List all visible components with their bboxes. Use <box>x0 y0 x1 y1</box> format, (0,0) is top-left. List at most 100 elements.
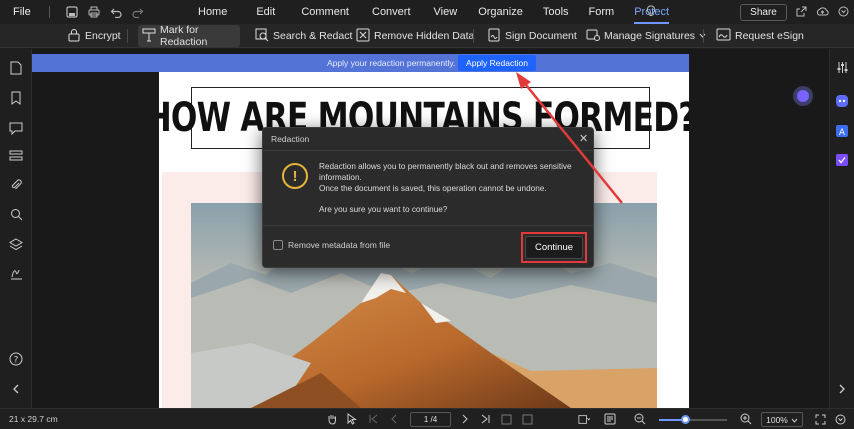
redaction-dialog: Redaction ✕ ! Redaction allows you to pe… <box>262 127 594 268</box>
encrypt-button[interactable]: Encrypt <box>63 25 125 47</box>
esign-icon <box>716 28 731 45</box>
apply-redaction-button[interactable]: Apply Redaction <box>458 55 536 71</box>
page-indicator[interactable]: 1 /4 <box>410 412 451 427</box>
dialog-text-line2: Once the document is saved, this operati… <box>319 184 547 193</box>
main-menus: Home Edit Comment Convert View Organize … <box>198 0 669 24</box>
chevron-down-icon <box>791 415 798 425</box>
menu-view[interactable]: View <box>434 6 458 18</box>
fit-page-icon[interactable] <box>500 413 512 425</box>
file-menu[interactable]: File <box>13 6 31 18</box>
bookmark-icon[interactable] <box>9 91 23 105</box>
check-task-icon[interactable] <box>835 153 849 167</box>
banner-message: Apply your redaction permanently. <box>327 58 456 68</box>
toolbar-divider <box>127 29 128 43</box>
sign-document-label: Sign Document <box>505 30 577 42</box>
mark-for-redaction-button[interactable]: Mark for Redaction <box>138 24 240 48</box>
manage-signatures-icon <box>586 28 600 45</box>
dialog-divider <box>263 225 593 226</box>
request-esign-button[interactable]: Request eSign <box>712 25 808 47</box>
save-icon[interactable] <box>65 5 79 19</box>
sign-document-icon <box>487 28 501 45</box>
previous-page-icon[interactable] <box>388 413 400 425</box>
dialog-divider <box>263 150 593 151</box>
left-sidebar: ? <box>0 49 32 408</box>
search-redact-button[interactable]: Search & Redact <box>251 25 356 47</box>
remove-metadata-checkbox[interactable]: Remove metadata from file <box>273 240 390 250</box>
cloud-upload-icon[interactable] <box>815 4 829 18</box>
right-sidebar: A <box>829 49 854 408</box>
undo-icon[interactable] <box>109 5 123 19</box>
dialog-body: Redaction allows you to permanently blac… <box>319 161 584 215</box>
divider-icon <box>43 5 57 19</box>
dialog-title: Redaction <box>271 134 310 144</box>
manage-signatures-button[interactable]: Manage Signatures <box>582 25 710 47</box>
svg-text:?: ? <box>14 356 19 366</box>
signature-icon[interactable] <box>9 266 23 280</box>
pages-icon[interactable] <box>9 61 23 75</box>
collapse-icon[interactable] <box>834 413 846 425</box>
zoom-slider-knob[interactable] <box>681 415 691 424</box>
remove-hidden-data-button[interactable]: Remove Hidden Data <box>352 25 478 47</box>
menu-home[interactable]: Home <box>198 6 227 18</box>
zoom-in-icon[interactable] <box>740 413 752 425</box>
manage-signatures-label: Manage Signatures <box>604 30 696 42</box>
menu-comment[interactable]: Comment <box>301 6 349 18</box>
toolbar-divider <box>473 29 474 43</box>
lock-icon <box>67 28 81 45</box>
menu-bar: File Home Edit Comment Convert View Orga… <box>0 0 854 24</box>
properties-sliders-icon[interactable] <box>835 60 849 74</box>
remove-data-icon <box>356 28 370 45</box>
attachment-icon[interactable] <box>9 178 23 192</box>
last-page-icon[interactable] <box>479 413 491 425</box>
dialog-text-line1: Redaction allows you to permanently blac… <box>319 162 572 182</box>
redaction-banner: Apply your redaction permanently. Apply … <box>32 54 689 72</box>
fullscreen-icon[interactable] <box>814 413 826 425</box>
quick-access <box>43 5 145 19</box>
menu-organize[interactable]: Organize <box>478 6 523 18</box>
open-external-icon[interactable] <box>794 4 808 18</box>
read-mode-icon[interactable] <box>604 413 616 425</box>
translate-icon[interactable]: A <box>835 124 849 138</box>
search-icon[interactable] <box>9 207 23 221</box>
request-esign-label: Request eSign <box>735 30 804 42</box>
close-icon[interactable]: ✕ <box>579 132 588 145</box>
dialog-text-line3: Are you sure you want to continue? <box>319 205 448 214</box>
hand-tool-icon[interactable] <box>326 413 338 425</box>
protect-toolbar: Encrypt Mark for Redaction Search & Reda… <box>0 24 854 48</box>
menu-convert[interactable]: Convert <box>372 6 411 18</box>
floating-assistant-icon[interactable] <box>793 86 813 106</box>
redaction-marker-icon <box>142 28 156 45</box>
zoom-out-icon[interactable] <box>634 413 646 425</box>
share-button[interactable]: Share <box>740 4 787 21</box>
print-icon[interactable] <box>87 5 101 19</box>
next-page-icon[interactable] <box>459 413 471 425</box>
sign-document-button[interactable]: Sign Document <box>483 25 581 47</box>
zoom-slider[interactable] <box>659 419 727 421</box>
lightbulb-icon[interactable] <box>644 4 658 18</box>
zoom-level[interactable]: 100% <box>761 412 803 427</box>
checkbox-box[interactable] <box>273 240 283 250</box>
chevron-left-icon[interactable] <box>9 382 23 396</box>
menu-tools[interactable]: Tools <box>543 6 569 18</box>
menu-edit[interactable]: Edit <box>256 6 275 18</box>
chevron-down-icon[interactable] <box>836 4 850 18</box>
warning-icon: ! <box>282 163 308 189</box>
page-layout-icon[interactable] <box>578 413 590 425</box>
svg-text:A: A <box>839 128 846 138</box>
menu-form[interactable]: Form <box>589 6 615 18</box>
select-tool-icon[interactable] <box>346 413 358 425</box>
comment-icon[interactable] <box>9 121 23 135</box>
layers-icon[interactable] <box>9 237 23 251</box>
mark-for-redaction-label: Mark for Redaction <box>160 24 208 48</box>
help-icon[interactable]: ? <box>9 352 23 366</box>
layers-list-icon[interactable] <box>9 149 23 163</box>
fit-width-icon[interactable] <box>521 413 533 425</box>
checkbox-label: Remove metadata from file <box>288 240 391 250</box>
first-page-icon[interactable] <box>368 413 380 425</box>
status-bar: 21 x 29.7 cm 1 /4 100% <box>0 408 854 429</box>
continue-button[interactable]: Continue <box>525 236 583 259</box>
redo-icon[interactable] <box>131 5 145 19</box>
ai-assistant-icon[interactable] <box>835 94 849 108</box>
remove-hidden-data-label: Remove Hidden Data <box>374 30 475 42</box>
chevron-right-icon[interactable] <box>835 382 849 396</box>
